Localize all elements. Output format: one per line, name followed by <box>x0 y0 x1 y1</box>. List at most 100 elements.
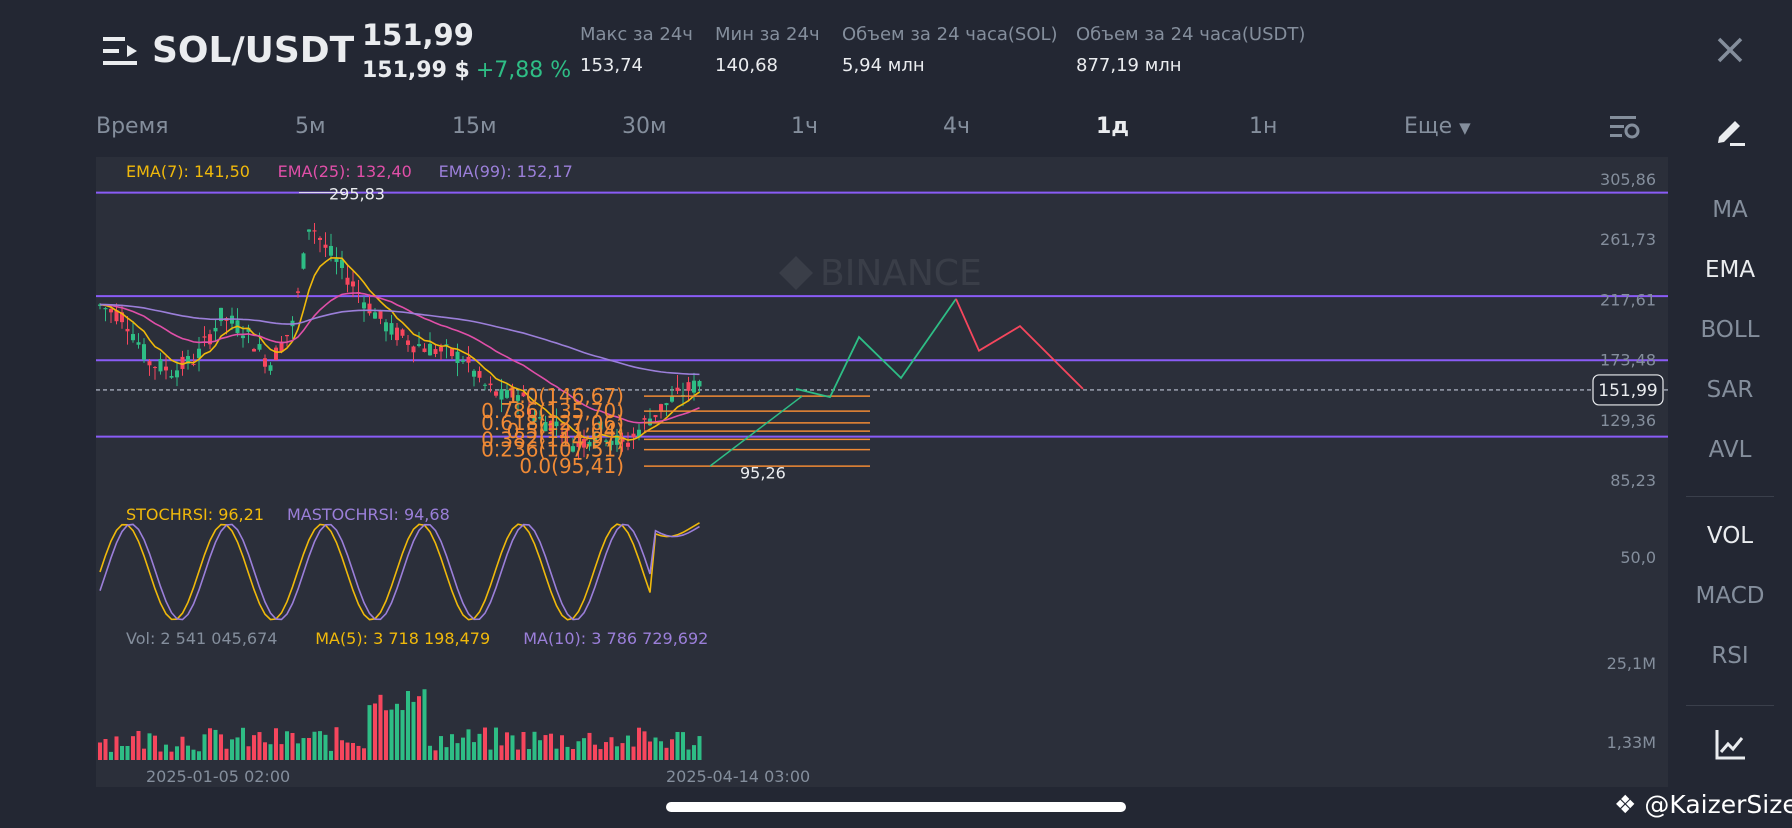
tab-15m[interactable]: 15м <box>452 114 497 139</box>
time-label[interactable]: Время <box>96 114 168 139</box>
stat-high: Макс за 24ч 153,74 <box>580 24 693 76</box>
overlay-ema[interactable]: EMA <box>1686 257 1774 283</box>
tab-4h[interactable]: 4ч <box>943 114 970 139</box>
volume-bar <box>406 690 410 760</box>
volume-bar <box>340 740 344 760</box>
volume-bar <box>626 735 630 760</box>
volume-bar <box>411 701 416 760</box>
pane-rsi[interactable]: RSI <box>1686 643 1774 669</box>
volume-bar <box>279 744 284 760</box>
menu-icon[interactable] <box>103 34 137 68</box>
volume-bar <box>631 746 636 760</box>
volume-bar <box>120 745 124 760</box>
watermark-text: @KaizerSize <box>1644 790 1792 819</box>
date-label: 2025-01-05 02:00 <box>146 767 290 786</box>
candle-body <box>169 376 174 378</box>
volume-bar <box>98 742 102 760</box>
volume-bar <box>384 710 388 760</box>
candle-body <box>378 310 383 319</box>
tab-1d[interactable]: 1д <box>1096 114 1129 139</box>
volume-bar <box>180 736 185 760</box>
volume-bar <box>257 732 262 760</box>
stat-value: 5,94 млн <box>842 55 925 76</box>
stat-value: 877,19 млн <box>1076 55 1182 76</box>
volume-bar <box>450 734 454 760</box>
volume-bar <box>472 742 476 760</box>
candle-body <box>450 348 454 357</box>
candle-body <box>285 335 289 337</box>
volume-bar <box>686 749 691 760</box>
candle-body <box>411 346 416 353</box>
volume-bar <box>692 745 696 760</box>
volume-bar <box>615 746 619 760</box>
fib-level-label: 0.0(95,41) <box>519 454 624 478</box>
tab-30m[interactable]: 30м <box>622 114 667 139</box>
volume-bar <box>224 748 229 760</box>
volume-bar <box>587 732 592 760</box>
volume-bar <box>455 743 460 760</box>
volume-bar <box>246 746 251 760</box>
volume-bar <box>208 728 212 760</box>
price-axis-label: 85,23 <box>1610 471 1656 490</box>
overlay-avl[interactable]: AVL <box>1686 437 1774 463</box>
date-label: 2025-04-14 03:00 <box>666 767 810 786</box>
tab-1h[interactable]: 1ч <box>791 114 818 139</box>
volume-bar <box>543 735 548 760</box>
pane-macd[interactable]: MACD <box>1686 583 1774 609</box>
pair-title[interactable]: SOL/USDT <box>152 30 354 71</box>
candle-body <box>400 329 405 336</box>
volume-bar <box>538 740 542 760</box>
volume-bar <box>653 737 658 760</box>
volume-bar <box>323 734 328 760</box>
volume-bar <box>136 730 141 760</box>
candle-body <box>307 229 311 232</box>
volume-bar <box>675 731 680 760</box>
home-indicator[interactable] <box>666 802 1126 812</box>
tab-more[interactable]: Еще ▼ <box>1404 114 1471 139</box>
volume-bar <box>103 739 108 760</box>
stat-value: 140,68 <box>715 55 778 76</box>
overlay-boll[interactable]: BOLL <box>1686 317 1774 343</box>
candle-body <box>202 336 207 338</box>
tab-1w[interactable]: 1н <box>1249 114 1277 139</box>
overlay-ma[interactable]: MA <box>1686 197 1774 223</box>
volume-bar <box>565 746 570 760</box>
tab-5m[interactable]: 5м <box>295 114 326 139</box>
current-price-tag-text: 151,99 <box>1598 381 1657 401</box>
volume-bar <box>505 732 509 760</box>
candle-body <box>329 245 333 256</box>
volume-legend-item: MA(5): 3 718 198,479 <box>315 629 490 648</box>
volume-bar <box>609 737 614 760</box>
candle-body <box>252 348 256 352</box>
price-axis-label: 305,86 <box>1600 170 1656 189</box>
chart-panel[interactable]: BINANCE 1.0(146,67) 0.786(135,70) 0.618(12… <box>96 157 1668 787</box>
volume-bar <box>147 733 152 760</box>
diamond-logo-icon: ❖ <box>1614 790 1637 819</box>
chart-settings-icon[interactable] <box>1610 114 1640 140</box>
candle-body <box>323 244 328 248</box>
close-icon[interactable] <box>1714 34 1746 66</box>
binance-watermark-text: BINANCE <box>820 253 982 294</box>
candle-body <box>164 366 168 371</box>
volume-bar <box>362 748 366 760</box>
candle-body <box>142 344 146 360</box>
chart-canvas[interactable]: BINANCE 1.0(146,67)0.786(135,70)0.618(12… <box>96 157 1668 787</box>
candle-body <box>466 356 471 363</box>
volume-bar <box>131 736 135 760</box>
volume-bar <box>345 742 350 760</box>
draw-tool-icon[interactable] <box>1713 113 1747 147</box>
candle-body <box>642 418 647 420</box>
candle-body <box>274 347 278 361</box>
overlay-sar[interactable]: SAR <box>1686 377 1774 403</box>
indicators-icon[interactable] <box>1713 728 1747 762</box>
candle-body <box>461 360 465 362</box>
pane-vol[interactable]: VOL <box>1686 523 1774 549</box>
volume-bar <box>659 741 663 760</box>
volume-bar <box>681 732 685 760</box>
more-label: Еще <box>1404 114 1453 139</box>
volume-bar <box>433 750 438 760</box>
stochrsi-axis-label: 50,0 <box>1620 548 1656 567</box>
candle-body <box>384 322 388 332</box>
candle-body <box>153 367 157 369</box>
candle-body <box>175 370 179 378</box>
